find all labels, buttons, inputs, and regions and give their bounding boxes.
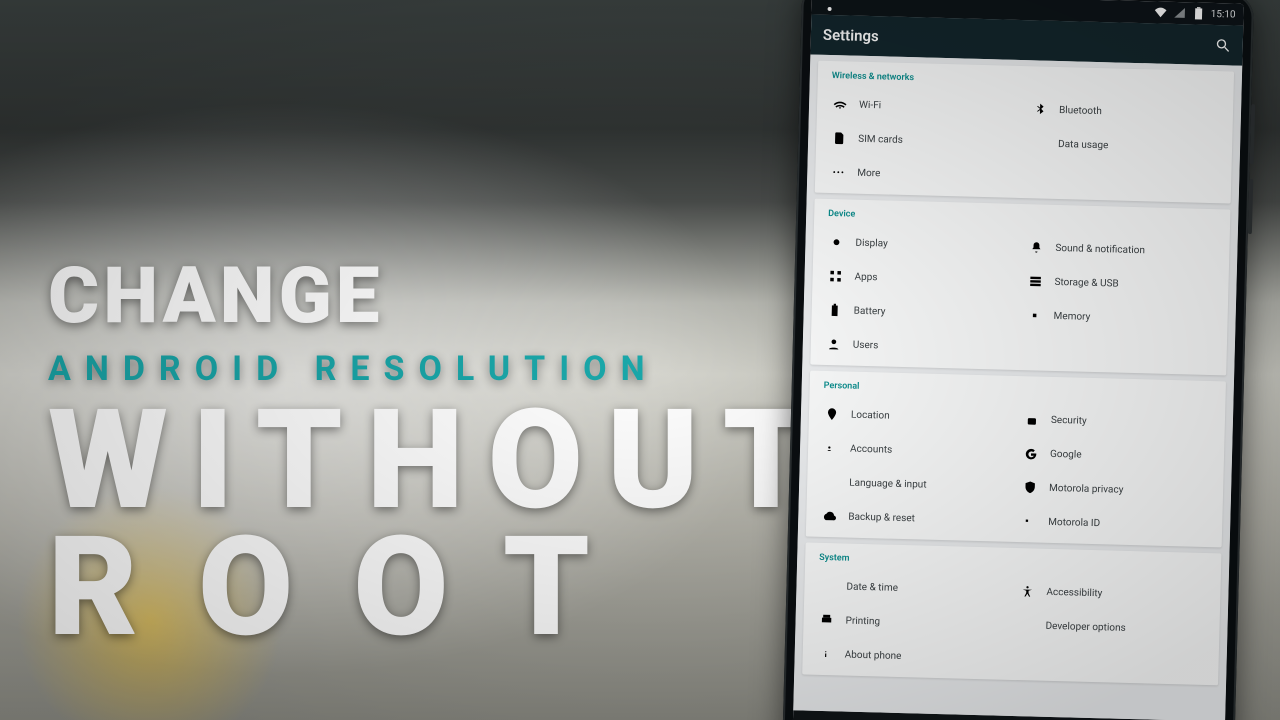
settings-item-printing[interactable]: Printing bbox=[813, 603, 1010, 642]
settings-item-label: Battery bbox=[854, 305, 886, 317]
settings-section: Wireless & networksWi-FiBluetoothSIM car… bbox=[815, 61, 1234, 204]
settings-item-label: Language & input bbox=[849, 477, 927, 490]
settings-item-label: Display bbox=[855, 237, 888, 249]
settings-item-label: Backup & reset bbox=[848, 511, 915, 524]
settings-item-label: Data usage bbox=[1058, 138, 1109, 150]
memory-icon bbox=[1027, 308, 1041, 322]
settings-item-motorola-id[interactable]: Motorola ID bbox=[1016, 504, 1213, 543]
settings-list[interactable]: Wireless & networksWi-FiBluetoothSIM car… bbox=[793, 54, 1242, 720]
settings-item-label: Date & time bbox=[846, 581, 898, 593]
settings-item-accessibility[interactable]: Accessibility bbox=[1014, 574, 1211, 613]
settings-item-label: Motorola privacy bbox=[1049, 482, 1124, 495]
settings-section: SystemDate & timeAccessibilityPrintingDe… bbox=[802, 542, 1221, 685]
bell-icon bbox=[1029, 240, 1043, 254]
phone-screen: 15:10 Settings Wireless & networksWi-FiB… bbox=[792, 0, 1244, 720]
promo-headline: CHANGE ANDROID RESOLUTION WITHOUT ROOT bbox=[48, 258, 834, 653]
settings-item-backup-reset[interactable]: Backup & reset bbox=[816, 499, 1013, 538]
settings-section: PersonalLocationSecurityAccountsGoogleLa… bbox=[806, 371, 1226, 548]
bluetooth-icon bbox=[1033, 102, 1047, 116]
volume-down-button[interactable] bbox=[1248, 179, 1253, 234]
settings-item-label: Security bbox=[1051, 414, 1087, 426]
settings-item-label: Memory bbox=[1053, 310, 1090, 322]
settings-item-label: Printing bbox=[845, 615, 880, 627]
settings-item-memory[interactable]: Memory bbox=[1021, 298, 1218, 337]
settings-item-label: Accessibility bbox=[1046, 586, 1102, 598]
settings-item-label: Apps bbox=[854, 271, 877, 283]
settings-item-apps[interactable]: Apps bbox=[822, 259, 1019, 298]
dots-icon bbox=[831, 165, 845, 179]
volume-up-button[interactable] bbox=[1250, 104, 1256, 164]
settings-item-language-input[interactable]: Language & input bbox=[817, 465, 1014, 504]
settings-item-label: More bbox=[857, 167, 880, 179]
settings-item-google[interactable]: Google bbox=[1018, 436, 1215, 475]
app-bar-title: Settings bbox=[823, 26, 879, 45]
account-icon bbox=[824, 441, 838, 455]
sim-icon bbox=[832, 131, 846, 145]
settings-item-label: About phone bbox=[845, 649, 902, 661]
settings-item-label: Bluetooth bbox=[1059, 104, 1102, 116]
settings-section: DeviceDisplaySound & notificationAppsSto… bbox=[810, 199, 1230, 376]
section-grid: Display Sound & notification Apps Storage &… bbox=[820, 225, 1219, 371]
section-grid: Wi-Fi Bluetooth SIM cards Data usage More bbox=[825, 87, 1224, 199]
wifi-status-icon bbox=[1154, 5, 1168, 19]
settings-item-label: Accounts bbox=[850, 443, 892, 455]
backup-icon bbox=[822, 509, 836, 523]
settings-item-label: SIM cards bbox=[858, 133, 903, 145]
settings-item-label: Storage & USB bbox=[1054, 276, 1118, 289]
settings-item-label: Sound & notification bbox=[1055, 242, 1145, 255]
google-icon bbox=[1024, 446, 1038, 460]
settings-item-label: Google bbox=[1050, 448, 1082, 460]
apps-icon bbox=[828, 269, 842, 283]
pin-icon bbox=[825, 407, 839, 421]
wifi-icon bbox=[833, 97, 847, 111]
settings-item-developer-options[interactable]: Developer options bbox=[1013, 608, 1210, 647]
developer-icon bbox=[1019, 618, 1033, 632]
section-grid: Location Security Accounts Google Language &… bbox=[816, 397, 1215, 543]
settings-item-date-time[interactable]: Date & time bbox=[814, 569, 1011, 608]
headline-line-1: CHANGE bbox=[48, 258, 834, 336]
data-ring-icon bbox=[1032, 136, 1046, 150]
thumbnail-stage: CHANGE ANDROID RESOLUTION WITHOUT ROOT 1… bbox=[0, 0, 1280, 720]
settings-item-label: Wi-Fi bbox=[859, 99, 881, 111]
brightness-icon bbox=[829, 235, 843, 249]
user-icon bbox=[827, 337, 841, 351]
storage-icon bbox=[1028, 274, 1042, 288]
settings-item-data-usage[interactable]: Data usage bbox=[1026, 126, 1223, 165]
clock-icon bbox=[820, 579, 834, 593]
clock-text: 15:10 bbox=[1211, 8, 1236, 20]
settings-item-label: Motorola ID bbox=[1048, 516, 1100, 528]
settings-item-label: Users bbox=[853, 339, 879, 351]
settings-item-storage-usb[interactable]: Storage & USB bbox=[1022, 264, 1219, 303]
battery-status-icon bbox=[1192, 6, 1206, 20]
settings-item-battery[interactable]: Battery bbox=[821, 293, 1018, 332]
settings-item-security[interactable]: Security bbox=[1018, 402, 1215, 441]
settings-item-label: Location bbox=[851, 409, 890, 421]
battery-icon bbox=[828, 303, 842, 317]
phone-frame: 15:10 Settings Wireless & networksWi-FiB… bbox=[782, 0, 1254, 720]
settings-item-label: Developer options bbox=[1045, 620, 1125, 633]
globe-icon bbox=[823, 475, 837, 489]
settings-item-accounts[interactable]: Accounts bbox=[818, 431, 1015, 470]
notification-dot-icon bbox=[828, 7, 832, 11]
a11y-icon bbox=[1020, 584, 1034, 598]
shield-icon bbox=[1023, 480, 1037, 494]
section-grid: Date & time Accessibility Printing Develope… bbox=[812, 569, 1211, 681]
settings-item-motorola-privacy[interactable]: Motorola privacy bbox=[1017, 470, 1214, 509]
settings-item-bluetooth[interactable]: Bluetooth bbox=[1027, 92, 1224, 131]
settings-item-location[interactable]: Location bbox=[819, 397, 1016, 436]
settings-item-wifi[interactable]: Wi-Fi bbox=[827, 87, 1024, 126]
signal-status-icon bbox=[1173, 6, 1187, 20]
info-icon bbox=[819, 647, 833, 661]
search-icon[interactable] bbox=[1215, 37, 1231, 53]
settings-item-display[interactable]: Display bbox=[823, 225, 1020, 264]
settings-item-sound-notification[interactable]: Sound & notification bbox=[1023, 230, 1220, 269]
settings-item-sim-cards[interactable]: SIM cards bbox=[826, 121, 1023, 160]
id-icon bbox=[1022, 514, 1036, 528]
headline-line-4: ROOT bbox=[48, 522, 834, 653]
print-icon bbox=[819, 613, 833, 627]
lock-icon bbox=[1025, 412, 1039, 426]
